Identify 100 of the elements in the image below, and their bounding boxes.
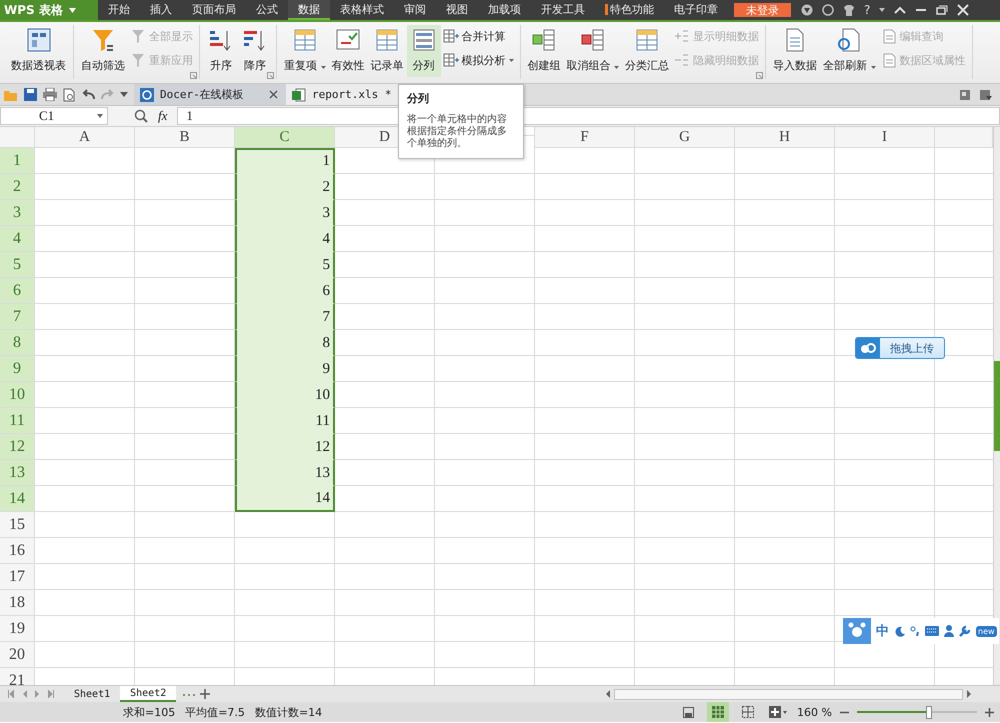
row-header[interactable]: 21	[0, 668, 35, 685]
menu-tab[interactable]: 开始	[98, 0, 140, 20]
row-header[interactable]: 10	[0, 382, 35, 408]
scroll-right-icon[interactable]	[967, 690, 972, 698]
wrench-icon[interactable]	[959, 625, 971, 637]
add-sheet-icon[interactable]	[200, 689, 210, 699]
row-header[interactable]: 4	[0, 226, 35, 252]
menu-tab[interactable]: 特色功能	[595, 0, 664, 20]
tab-menu-icon[interactable]	[980, 90, 992, 100]
row-header[interactable]: 13	[0, 460, 35, 486]
row-header[interactable]: 14	[0, 486, 35, 512]
ime-toolbar[interactable]: 中 new	[843, 618, 999, 644]
menu-tab[interactable]: 电子印章	[664, 0, 728, 20]
row-header[interactable]: 16	[0, 538, 35, 564]
menu-tab[interactable]: 数据	[288, 0, 330, 20]
input-mode[interactable]: 中	[876, 622, 889, 640]
moon-icon[interactable]	[894, 626, 905, 636]
menu-tab[interactable]: 加载项	[478, 0, 531, 20]
column-header[interactable]: A	[35, 127, 135, 148]
horizontal-scrollbar[interactable]	[614, 688, 963, 700]
shirt-icon[interactable]	[843, 4, 855, 16]
dialog-launcher-icon[interactable]	[756, 72, 763, 79]
column-header[interactable]: H	[735, 127, 835, 148]
row-header[interactable]: 3	[0, 200, 35, 226]
upload-button[interactable]: 拖拽上传	[855, 337, 945, 359]
menu-tab[interactable]: 插入	[140, 0, 182, 20]
column-header[interactable]: G	[635, 127, 735, 148]
user-icon[interactable]	[944, 625, 954, 637]
app-logo[interactable]: WPS 表格	[0, 0, 98, 20]
row-header[interactable]: 19	[0, 616, 35, 642]
print-icon[interactable]	[43, 88, 57, 101]
page-break-icon[interactable]	[742, 706, 754, 718]
ribbon-button[interactable]: 降序	[238, 25, 272, 77]
ribbon-button[interactable]: 取消组合	[564, 25, 622, 77]
column-header[interactable]: C	[235, 127, 335, 148]
zoom-in-icon[interactable]	[985, 708, 994, 716]
ribbon-button[interactable]: 升序	[204, 25, 238, 77]
document-tab[interactable]: Docer-在线模板	[134, 84, 286, 105]
slider-handle[interactable]	[926, 706, 932, 718]
vertical-scrollbar[interactable]	[993, 127, 1000, 685]
row-header[interactable]: 1	[0, 148, 35, 174]
sheet-tab[interactable]: Sheet2	[120, 686, 176, 702]
help-button[interactable]: ?	[864, 3, 870, 17]
close-icon[interactable]	[269, 90, 278, 99]
window-icon[interactable]	[960, 90, 970, 100]
ribbon-button[interactable]: 重复项	[281, 25, 328, 77]
caret-icon[interactable]	[120, 92, 128, 97]
row-header[interactable]: 12	[0, 434, 35, 460]
zoom-out-icon[interactable]	[840, 710, 849, 714]
save-icon[interactable]	[24, 88, 37, 101]
app-name: WPS 表格	[4, 2, 63, 18]
undo-icon[interactable]	[82, 89, 95, 100]
row-header[interactable]: 9	[0, 356, 35, 382]
restore-icon[interactable]	[936, 4, 948, 16]
dialog-launcher-icon[interactable]	[267, 72, 274, 79]
ribbon-button[interactable]: 数据透视表	[8, 25, 69, 77]
save-icon[interactable]	[682, 706, 694, 718]
skin-icon[interactable]	[801, 4, 813, 16]
row-header[interactable]: 7	[0, 304, 35, 330]
ribbon-button[interactable]: 全部刷新	[820, 25, 878, 77]
ribbon-button[interactable]: 导入数据	[770, 25, 820, 77]
keyboard-icon[interactable]	[925, 626, 939, 636]
layout-icon[interactable]	[769, 706, 788, 718]
scroll-left-icon[interactable]	[605, 690, 610, 698]
menu-tab[interactable]: 公式	[246, 0, 288, 20]
document-tab[interactable]: report.xls *	[286, 84, 400, 105]
column-header[interactable]: I	[835, 127, 935, 148]
collapse-icon[interactable]	[894, 6, 906, 14]
column-header[interactable]: B	[135, 127, 235, 148]
spreadsheet-icon	[292, 88, 306, 102]
row-header[interactable]: 20	[0, 642, 35, 668]
ribbon-button[interactable]: 合并计算	[440, 27, 516, 45]
row-header[interactable]: 8	[0, 330, 35, 356]
ribbon-button[interactable]: 模拟分析	[440, 51, 516, 69]
ribbon-button[interactable]: 记录单	[368, 25, 406, 77]
ribbon-button[interactable]: 创建组	[524, 25, 564, 77]
menu-tab[interactable]: 表格样式	[330, 0, 394, 20]
ribbon-button[interactable]: 分类汇总	[622, 25, 672, 77]
ribbon-button[interactable]: 有效性	[328, 25, 368, 77]
zoom-icon[interactable]	[134, 109, 148, 123]
menu-tab[interactable]: 审阅	[394, 0, 436, 20]
dialog-launcher-icon[interactable]	[190, 72, 197, 79]
menu-tab[interactable]: 视图	[436, 0, 478, 20]
print-preview-icon[interactable]	[63, 88, 76, 102]
row-header[interactable]: 11	[0, 408, 35, 434]
ribbon-button[interactable]: 自动筛选	[78, 25, 128, 77]
ribbon-button[interactable]: 分列	[406, 25, 440, 77]
row-header[interactable]: 18	[0, 590, 35, 616]
punctuation-icon[interactable]	[910, 626, 920, 636]
row-header[interactable]: 6	[0, 278, 35, 304]
row-header[interactable]: 17	[0, 564, 35, 590]
menu-tab[interactable]: 开发工具	[531, 0, 595, 20]
column-header[interactable]: F	[535, 127, 635, 148]
name-box[interactable]: C1	[0, 107, 108, 125]
row-header[interactable]: 5	[0, 252, 35, 278]
menu-tab[interactable]: 页面布局	[182, 0, 246, 20]
row-header[interactable]: 15	[0, 512, 35, 538]
row-header[interactable]: 2	[0, 174, 35, 200]
normal-view-button[interactable]	[707, 702, 730, 722]
function-button[interactable]: fx	[158, 108, 168, 124]
